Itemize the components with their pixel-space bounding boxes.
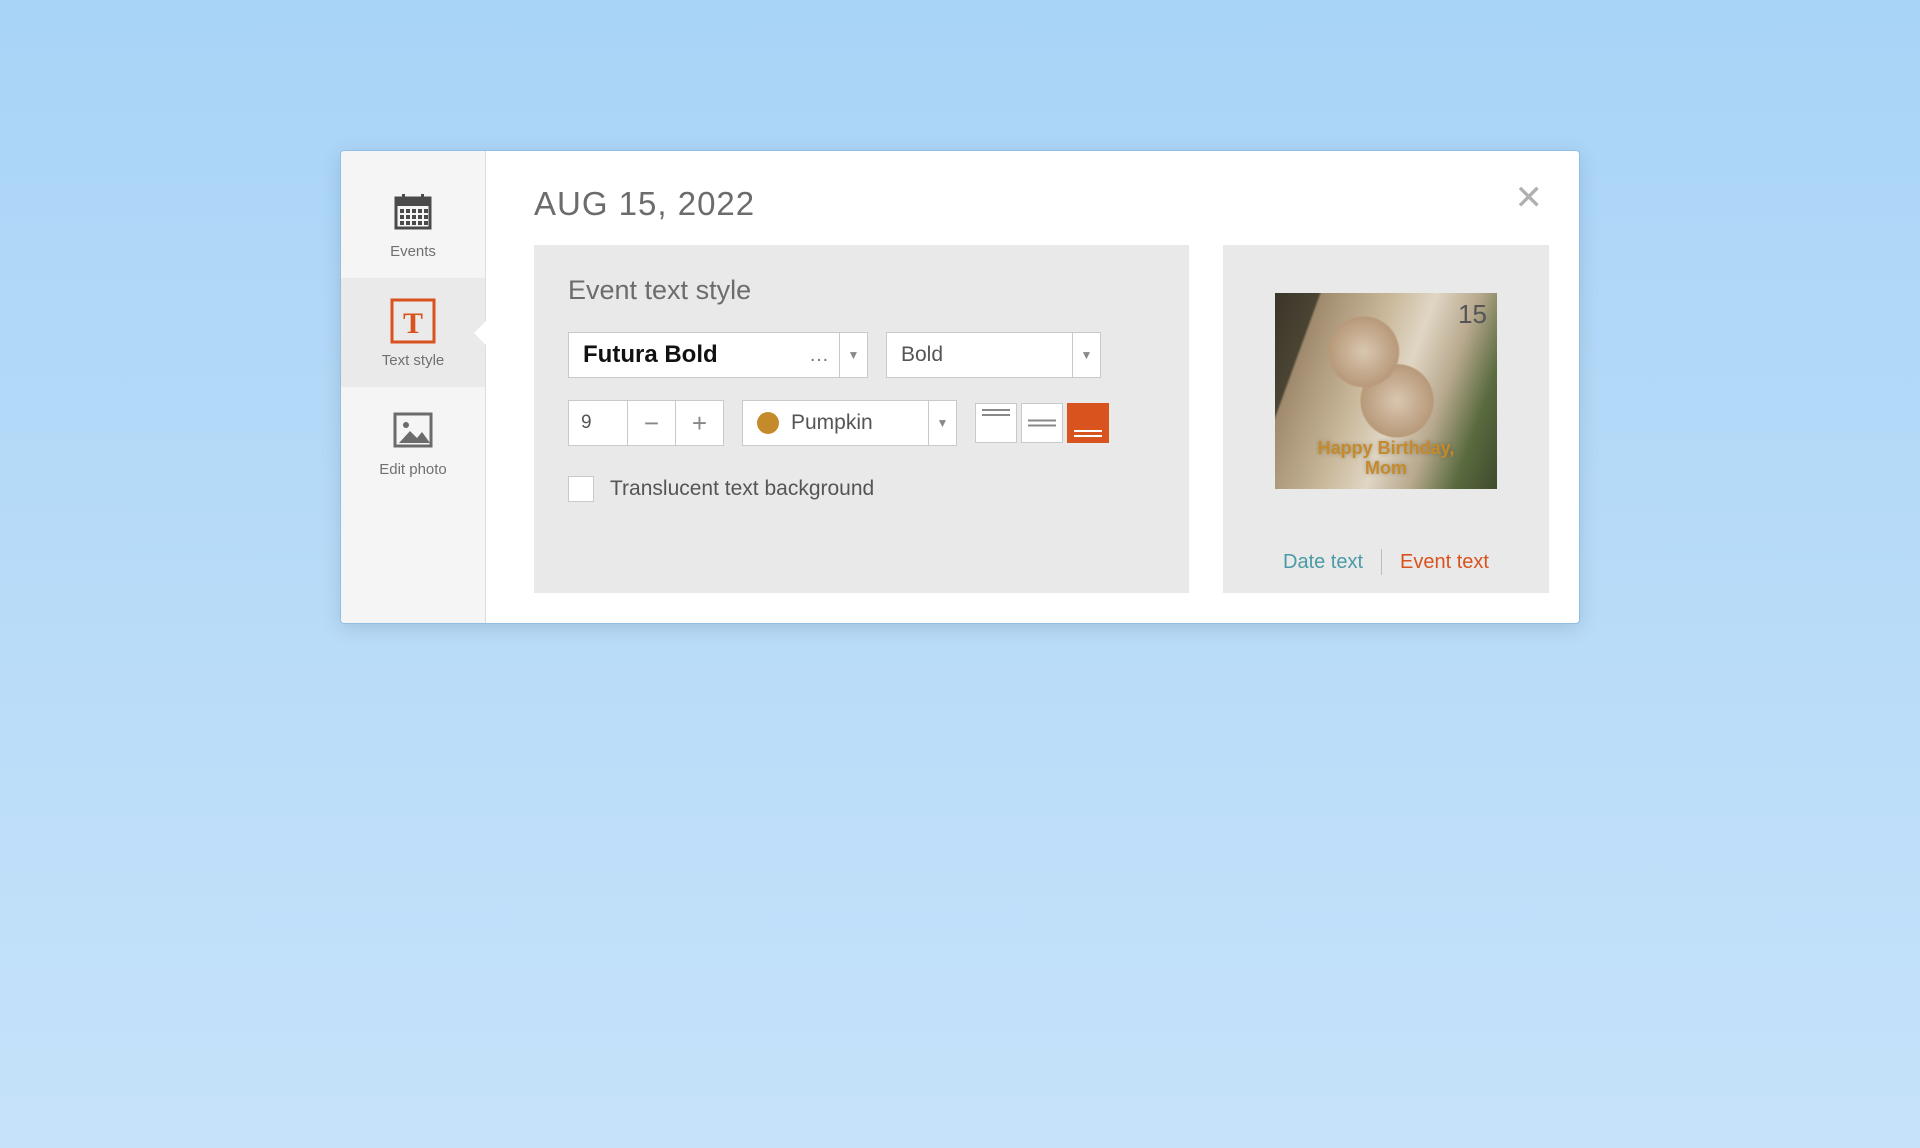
chevron-down-icon: ▼ [928,401,956,445]
sidebar-item-text-style[interactable]: T Text style [341,278,485,387]
font-family-dropdown[interactable]: Futura Bold … ▼ [568,332,868,378]
chevron-down-icon: ▼ [839,333,867,377]
date-title: AUG 15, 2022 [534,185,755,223]
valign-bottom-button[interactable] [1067,403,1109,443]
svg-text:T: T [403,307,423,340]
sidebar-item-events[interactable]: Events [341,169,485,278]
vertical-align-group [975,403,1109,443]
panel-title: Event text style [568,275,1155,306]
sidebar-item-label: Edit photo [379,461,447,478]
tab-divider [1381,549,1382,575]
align-top-icon [982,409,1010,416]
event-editor-modal: Events T Text style Edit photo [340,150,1580,624]
calendar-day-preview: 15 Happy Birthday, Mom [1275,293,1497,489]
valign-top-button[interactable] [975,403,1017,443]
translucent-bg-label: Translucent text background [610,477,874,501]
font-size-input[interactable] [568,400,628,446]
preview-day-number: 15 [1458,299,1487,330]
font-weight-value: Bold [887,343,1072,367]
valign-middle-button[interactable] [1021,403,1063,443]
increase-size-button[interactable]: + [676,400,724,446]
sidebar-item-label: Events [390,243,436,260]
text-color-value: Pumpkin [791,411,873,435]
photo-icon [388,405,438,455]
sidebar-item-label: Text style [382,352,445,369]
plus-icon: + [692,408,707,439]
text-style-icon: T [388,296,438,346]
color-swatch-icon [757,412,779,434]
align-bottom-icon [1074,430,1102,437]
font-family-value: Futura Bold [569,341,799,369]
editor-sidebar: Events T Text style Edit photo [341,151,486,623]
translucent-bg-checkbox[interactable] [568,476,594,502]
font-weight-dropdown[interactable]: Bold ▼ [886,332,1101,378]
text-color-dropdown[interactable]: Pumpkin ▼ [742,400,957,446]
preview-text-tabs: Date text Event text [1283,489,1489,575]
align-middle-icon [1028,420,1056,427]
font-size-stepper: − + [568,400,724,446]
text-style-panel: Event text style Futura Bold … ▼ Bold ▼ [534,245,1189,593]
tab-date-text[interactable]: Date text [1283,551,1363,574]
close-icon: ✕ [1515,179,1544,217]
close-button[interactable]: ✕ [1509,175,1550,221]
editor-main: AUG 15, 2022 ✕ Event text style Futura B… [486,151,1579,623]
sidebar-item-edit-photo[interactable]: Edit photo [341,387,485,496]
editor-header: AUG 15, 2022 ✕ [534,175,1549,245]
ellipsis-icon: … [799,344,839,367]
preview-panel: 15 Happy Birthday, Mom Date text Event t… [1223,245,1549,593]
calendar-icon [388,187,438,237]
minus-icon: − [644,408,659,439]
preview-event-text: Happy Birthday, Mom [1318,438,1455,489]
tab-event-text[interactable]: Event text [1400,551,1489,574]
decrease-size-button[interactable]: − [628,400,676,446]
chevron-down-icon: ▼ [1072,333,1100,377]
